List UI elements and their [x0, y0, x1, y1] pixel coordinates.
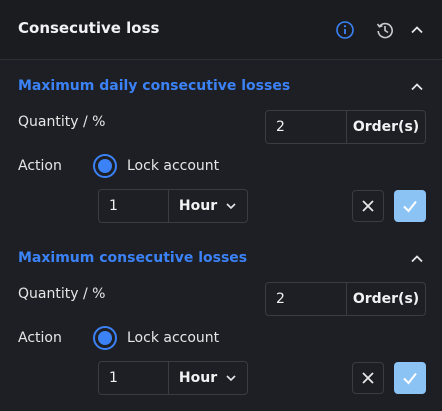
- section-consecutive-chevron-up-icon[interactable]: [410, 251, 426, 267]
- duration-input[interactable]: [99, 362, 169, 394]
- duration-unit-label: Hour: [178, 198, 218, 214]
- quantity-label: Quantity / %: [18, 114, 106, 130]
- info-icon[interactable]: [334, 19, 356, 41]
- close-icon: [362, 372, 374, 384]
- check-icon: [403, 372, 417, 385]
- check-icon: [403, 200, 417, 213]
- duration-input[interactable]: [99, 190, 169, 222]
- cancel-button[interactable]: [352, 362, 384, 394]
- duration-field: Hour: [98, 361, 248, 395]
- confirm-button[interactable]: [394, 190, 426, 222]
- quantity-field: Order(s): [265, 110, 426, 144]
- quantity-input[interactable]: [266, 283, 347, 315]
- cancel-button[interactable]: [352, 190, 384, 222]
- duration-field: Hour: [98, 189, 248, 223]
- radio-button[interactable]: [93, 326, 117, 350]
- quantity-label: Quantity / %: [18, 286, 106, 302]
- header-chevron-up-icon[interactable]: [406, 19, 428, 41]
- radio-label: Lock account: [127, 158, 220, 174]
- radio-selected-dot: [98, 159, 112, 173]
- duration-unit-select[interactable]: Hour: [169, 362, 247, 394]
- radio-label: Lock account: [127, 330, 220, 346]
- chevron-down-icon: [226, 203, 236, 210]
- quantity-input[interactable]: [266, 111, 347, 143]
- lock-account-radio[interactable]: Lock account: [93, 326, 219, 350]
- confirm-button[interactable]: [394, 362, 426, 394]
- action-label: Action: [18, 330, 62, 346]
- radio-button[interactable]: [93, 154, 117, 178]
- quantity-unit: Order(s): [352, 119, 420, 135]
- chevron-down-icon: [226, 375, 236, 382]
- lock-account-radio[interactable]: Lock account: [93, 154, 219, 178]
- close-icon: [362, 200, 374, 212]
- duration-unit-label: Hour: [178, 370, 218, 386]
- section-title-daily: Maximum daily consecutive losses: [18, 78, 291, 94]
- radio-selected-dot: [98, 331, 112, 345]
- quantity-unit: Order(s): [352, 291, 420, 307]
- duration-unit-select[interactable]: Hour: [169, 190, 247, 222]
- history-icon[interactable]: [374, 19, 396, 41]
- action-label: Action: [18, 158, 62, 174]
- panel-title: Consecutive loss: [18, 19, 160, 37]
- panel-header: Consecutive loss: [0, 0, 442, 60]
- quantity-field: Order(s): [265, 282, 426, 316]
- section-title-consecutive: Maximum consecutive losses: [18, 250, 248, 266]
- section-daily-chevron-up-icon[interactable]: [410, 79, 426, 95]
